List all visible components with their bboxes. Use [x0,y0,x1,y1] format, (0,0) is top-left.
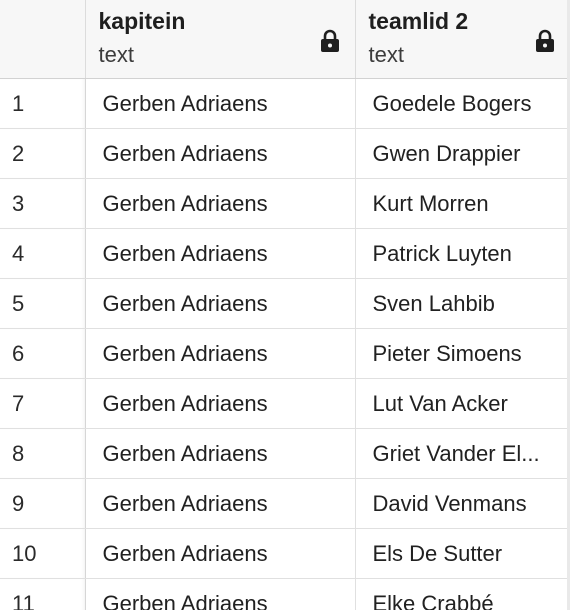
cell-kapitein[interactable]: Gerben Adriaens [85,178,356,229]
row-number: 8 [0,428,86,479]
cell-kapitein[interactable]: Gerben Adriaens [85,328,356,379]
row-number: 5 [0,278,86,329]
row-number: 4 [0,228,86,279]
table-row[interactable]: 1 Gerben Adriaens Goedele Bogers [0,78,570,129]
row-number: 9 [0,478,86,529]
column-name: kapitein [98,8,186,34]
column-header-kapitein[interactable]: kapitein text [85,0,356,79]
cell-kapitein[interactable]: Gerben Adriaens [85,228,356,279]
cell-teamlid-2[interactable]: David Venmans [355,478,570,529]
cell-kapitein[interactable]: Gerben Adriaens [85,128,356,179]
row-number: 1 [0,78,86,129]
cell-teamlid-2[interactable]: Patrick Luyten [355,228,570,279]
table-row[interactable]: 5 Gerben Adriaens Sven Lahbib [0,278,570,329]
results-table: kapitein text teamlid 2 text 1 Gerben Ad… [0,0,570,610]
column-name: teamlid 2 [368,8,469,34]
cell-kapitein[interactable]: Gerben Adriaens [85,278,356,329]
table-row[interactable]: 6 Gerben Adriaens Pieter Simoens [0,328,570,379]
cell-teamlid-2[interactable]: Goedele Bogers [355,78,570,129]
table-row[interactable]: 3 Gerben Adriaens Kurt Morren [0,178,570,229]
cell-teamlid-2[interactable]: Pieter Simoens [355,328,570,379]
table-row[interactable]: 9 Gerben Adriaens David Venmans [0,478,570,529]
table-row[interactable]: 7 Gerben Adriaens Lut Van Acker [0,378,570,429]
row-number: 11 [0,578,86,610]
column-header-teamlid-2[interactable]: teamlid 2 text [355,0,570,79]
table-row[interactable]: 11 Gerben Adriaens Elke Crabbé [0,578,570,610]
cell-teamlid-2[interactable]: Elke Crabbé [355,578,570,610]
data-grid: kapitein text teamlid 2 text 1 Gerben Ad… [0,0,570,610]
cell-kapitein[interactable]: Gerben Adriaens [85,428,356,479]
row-number: 10 [0,528,86,579]
table-row[interactable]: 4 Gerben Adriaens Patrick Luyten [0,228,570,279]
cell-kapitein[interactable]: Gerben Adriaens [85,78,356,129]
cell-teamlid-2[interactable]: Griet Vander El... [355,428,570,479]
lock-icon [535,29,554,52]
table-row[interactable]: 2 Gerben Adriaens Gwen Drappier [0,128,570,179]
cell-kapitein[interactable]: Gerben Adriaens [85,528,356,579]
header-row: kapitein text teamlid 2 text [0,0,570,79]
cell-teamlid-2[interactable]: Lut Van Acker [355,378,570,429]
row-number: 2 [0,128,86,179]
row-number: 7 [0,378,86,429]
cell-kapitein[interactable]: Gerben Adriaens [85,578,356,610]
cell-teamlid-2[interactable]: Kurt Morren [355,178,570,229]
row-number: 3 [0,178,86,229]
row-number: 6 [0,328,86,379]
cell-teamlid-2[interactable]: Els De Sutter [355,528,570,579]
column-type: text [368,42,404,67]
table-row[interactable]: 8 Gerben Adriaens Griet Vander El... [0,428,570,479]
cell-teamlid-2[interactable]: Sven Lahbib [355,278,570,329]
cell-kapitein[interactable]: Gerben Adriaens [85,378,356,429]
table-row[interactable]: 10 Gerben Adriaens Els De Sutter [0,528,570,579]
row-number-header [0,0,86,79]
lock-icon [320,29,339,52]
column-type: text [98,42,134,67]
cell-kapitein[interactable]: Gerben Adriaens [85,478,356,529]
cell-teamlid-2[interactable]: Gwen Drappier [355,128,570,179]
